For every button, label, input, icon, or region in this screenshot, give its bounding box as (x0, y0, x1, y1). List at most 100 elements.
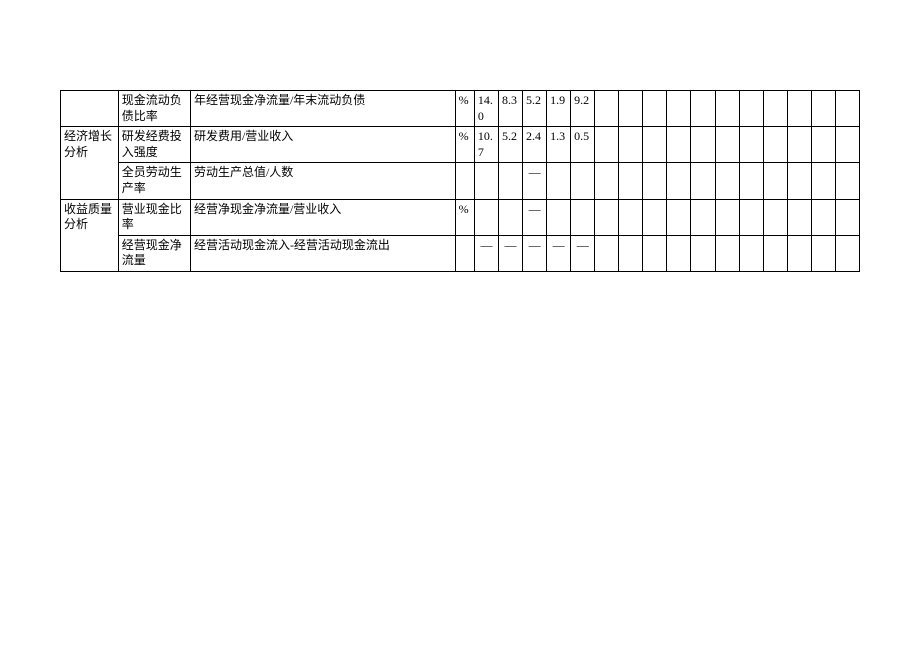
cell-value (835, 127, 859, 163)
cell-value (619, 235, 643, 271)
cell-value: — (571, 235, 595, 271)
cell-value (739, 199, 763, 235)
cell-value (811, 163, 835, 199)
table-row: 经营现金净流量 经营活动现金流入-经营活动现金流出 — — — — — (61, 235, 860, 271)
cell-value: 5.2 (523, 91, 547, 127)
cell-value (667, 199, 691, 235)
cell-category: 收益质量分析 (61, 199, 119, 271)
cell-value (498, 163, 522, 199)
cell-value (715, 91, 739, 127)
cell-value (595, 91, 619, 127)
cell-metric: 全员劳动生产率 (118, 163, 190, 199)
table-row: 收益质量分析 营业现金比率 经营净现金净流量/营业收入 % — (61, 199, 860, 235)
cell-unit: % (455, 127, 474, 163)
cell-value: 1.3 (547, 127, 571, 163)
cell-metric: 经营现金净流量 (118, 235, 190, 271)
cell-value (811, 235, 835, 271)
cell-value (691, 163, 715, 199)
cell-value (835, 199, 859, 235)
financial-table: 现金流动负债比率 年经营现金净流量/年末流动负债 % 14.0 8.3 5.2 … (60, 90, 860, 272)
cell-value: 10.7 (474, 127, 498, 163)
cell-value (691, 235, 715, 271)
table-row: 全员劳动生产率 劳动生产总值/人数 — (61, 163, 860, 199)
cell-value (739, 91, 763, 127)
cell-value (715, 235, 739, 271)
cell-value (811, 127, 835, 163)
cell-category: 经济增长分析 (61, 127, 119, 199)
cell-value: 9.2 (571, 91, 595, 127)
cell-value: 0.5 (571, 127, 595, 163)
cell-value (763, 163, 787, 199)
cell-value (739, 163, 763, 199)
cell-value (811, 199, 835, 235)
cell-value (715, 199, 739, 235)
cell-value (571, 163, 595, 199)
cell-value (547, 163, 571, 199)
cell-value (691, 127, 715, 163)
cell-category (61, 91, 119, 127)
cell-value: — (523, 163, 547, 199)
cell-value (595, 199, 619, 235)
cell-value (739, 127, 763, 163)
cell-value (787, 235, 811, 271)
cell-value: 1.9 (547, 91, 571, 127)
cell-value (667, 235, 691, 271)
cell-value: 14.0 (474, 91, 498, 127)
cell-value (691, 199, 715, 235)
cell-metric: 现金流动负债比率 (118, 91, 190, 127)
cell-value (619, 163, 643, 199)
cell-value: 2.4 (523, 127, 547, 163)
cell-value: — (498, 235, 522, 271)
cell-value (547, 199, 571, 235)
cell-value: — (474, 235, 498, 271)
cell-value: 8.3 (498, 91, 522, 127)
cell-unit (455, 163, 474, 199)
cell-formula: 经营活动现金流入-经营活动现金流出 (190, 235, 455, 271)
cell-value (787, 199, 811, 235)
cell-value (474, 199, 498, 235)
cell-unit (455, 235, 474, 271)
table-row: 现金流动负债比率 年经营现金净流量/年末流动负债 % 14.0 8.3 5.2 … (61, 91, 860, 127)
cell-value (643, 199, 667, 235)
cell-formula: 劳动生产总值/人数 (190, 163, 455, 199)
cell-value (643, 235, 667, 271)
cell-value (763, 235, 787, 271)
cell-value (619, 199, 643, 235)
cell-value (715, 163, 739, 199)
cell-value (691, 91, 715, 127)
cell-formula: 年经营现金净流量/年末流动负债 (190, 91, 455, 127)
cell-value (667, 91, 691, 127)
cell-value (763, 199, 787, 235)
cell-value (763, 91, 787, 127)
cell-value: — (523, 235, 547, 271)
cell-value (643, 127, 667, 163)
cell-value (835, 91, 859, 127)
cell-value: — (547, 235, 571, 271)
cell-value (715, 127, 739, 163)
cell-value (595, 235, 619, 271)
cell-value (787, 91, 811, 127)
cell-unit: % (455, 91, 474, 127)
cell-value (643, 163, 667, 199)
cell-value (835, 235, 859, 271)
cell-value (619, 91, 643, 127)
cell-value (643, 91, 667, 127)
cell-value (595, 127, 619, 163)
table-row: 经济增长分析 研发经费投入强度 研发费用/营业收入 % 10.7 5.2 2.4… (61, 127, 860, 163)
cell-formula: 经营净现金净流量/营业收入 (190, 199, 455, 235)
cell-value (787, 127, 811, 163)
cell-value (811, 91, 835, 127)
cell-value (667, 163, 691, 199)
cell-value (498, 199, 522, 235)
cell-value (667, 127, 691, 163)
cell-metric: 营业现金比率 (118, 199, 190, 235)
cell-formula: 研发费用/营业收入 (190, 127, 455, 163)
cell-value (739, 235, 763, 271)
cell-value (619, 127, 643, 163)
cell-value (571, 199, 595, 235)
cell-value (835, 163, 859, 199)
cell-value (595, 163, 619, 199)
cell-value (787, 163, 811, 199)
cell-value: — (523, 199, 547, 235)
page-container: 现金流动负债比率 年经营现金净流量/年末流动负债 % 14.0 8.3 5.2 … (0, 0, 920, 651)
